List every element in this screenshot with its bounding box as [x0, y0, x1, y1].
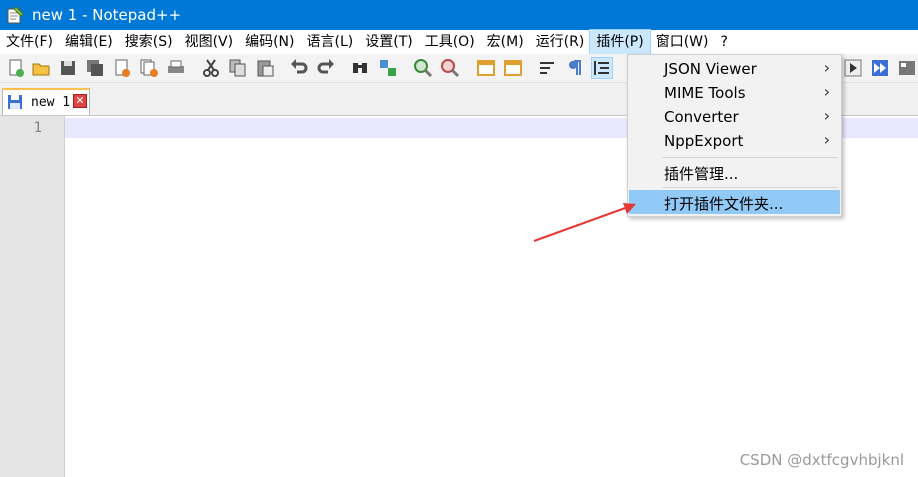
open-file-icon[interactable]: [31, 58, 51, 78]
annotation-arrow: [533, 203, 636, 242]
menu-encoding[interactable]: 编码(N): [239, 30, 300, 54]
menu-edit[interactable]: 编辑(E): [59, 30, 119, 54]
save-icon[interactable]: [58, 58, 78, 78]
window-title: new 1 - Notepad++: [32, 6, 182, 24]
submenu-arrow-icon: ›: [823, 58, 830, 77]
close-all-icon[interactable]: [139, 58, 159, 78]
title-bar: new 1 - Notepad++: [0, 0, 918, 30]
zoom-in-icon[interactable]: [413, 58, 433, 78]
line-number-gutter: 1: [0, 116, 65, 477]
saved-state-icon: [8, 95, 22, 109]
menu-item-open-plugins-folder[interactable]: 打开插件文件夹...: [629, 190, 840, 214]
sync-horizontal-icon[interactable]: [503, 58, 523, 78]
menu-separator: [662, 157, 838, 158]
close-file-icon[interactable]: [112, 58, 132, 78]
cut-icon[interactable]: [201, 58, 221, 78]
menu-item-converter[interactable]: Converter ›: [629, 105, 840, 129]
menu-item-json-viewer[interactable]: JSON Viewer ›: [629, 57, 840, 81]
menu-macro[interactable]: 宏(M): [481, 30, 530, 54]
copy-icon[interactable]: [228, 58, 248, 78]
menu-plugins[interactable]: 插件(P): [589, 29, 651, 55]
menu-separator: [662, 187, 838, 188]
tab-close-icon[interactable]: ✕: [73, 94, 87, 108]
plugins-dropdown-menu: JSON Viewer › MIME Tools › Converter › N…: [627, 54, 842, 217]
menu-file[interactable]: 文件(F): [0, 30, 59, 54]
show-all-characters-icon[interactable]: [565, 58, 585, 78]
print-icon[interactable]: [166, 58, 186, 78]
notepadpp-app-icon: [7, 6, 24, 24]
menu-view[interactable]: 视图(V): [179, 30, 240, 54]
watermark: CSDN @dxtfcgvhbjknl: [739, 451, 904, 469]
line-number: 1: [33, 120, 42, 136]
menu-bar: 文件(F) 编辑(E) 搜索(S) 视图(V) 编码(N) 语言(L) 设置(T…: [0, 29, 918, 55]
tab-new-1[interactable]: new 1 ✕: [2, 88, 90, 115]
paste-icon[interactable]: [255, 58, 275, 78]
menu-language[interactable]: 语言(L): [301, 30, 360, 54]
menu-item-nppexport[interactable]: NppExport ›: [629, 129, 840, 153]
submenu-arrow-icon: ›: [823, 106, 830, 125]
menu-item-plugins-admin[interactable]: 插件管理...: [629, 160, 840, 184]
play-macro-icon[interactable]: [843, 58, 863, 78]
menu-help[interactable]: ?: [715, 30, 734, 54]
indent-guide-icon[interactable]: [591, 57, 613, 79]
replace-icon[interactable]: [378, 58, 398, 78]
new-file-icon[interactable]: [6, 58, 26, 78]
save-macro-icon[interactable]: [897, 58, 917, 78]
zoom-out-icon[interactable]: [440, 58, 460, 78]
tab-title: new 1: [31, 95, 71, 110]
submenu-arrow-icon: ›: [823, 130, 830, 149]
find-icon[interactable]: [350, 58, 370, 78]
menu-settings[interactable]: 设置(T): [359, 30, 418, 54]
menu-window[interactable]: 窗口(W): [650, 30, 715, 54]
menu-item-mime-tools[interactable]: MIME Tools ›: [629, 81, 840, 105]
redo-icon[interactable]: [316, 58, 336, 78]
sync-vertical-icon[interactable]: [476, 58, 496, 78]
menu-run[interactable]: 运行(R): [530, 30, 591, 54]
undo-icon[interactable]: [289, 58, 309, 78]
menu-search[interactable]: 搜索(S): [119, 30, 179, 54]
run-macro-multiple-icon[interactable]: [870, 58, 890, 78]
submenu-arrow-icon: ›: [823, 82, 830, 101]
menu-tools[interactable]: 工具(O): [419, 30, 481, 54]
save-all-icon[interactable]: [85, 58, 105, 78]
word-wrap-icon[interactable]: [538, 58, 558, 78]
